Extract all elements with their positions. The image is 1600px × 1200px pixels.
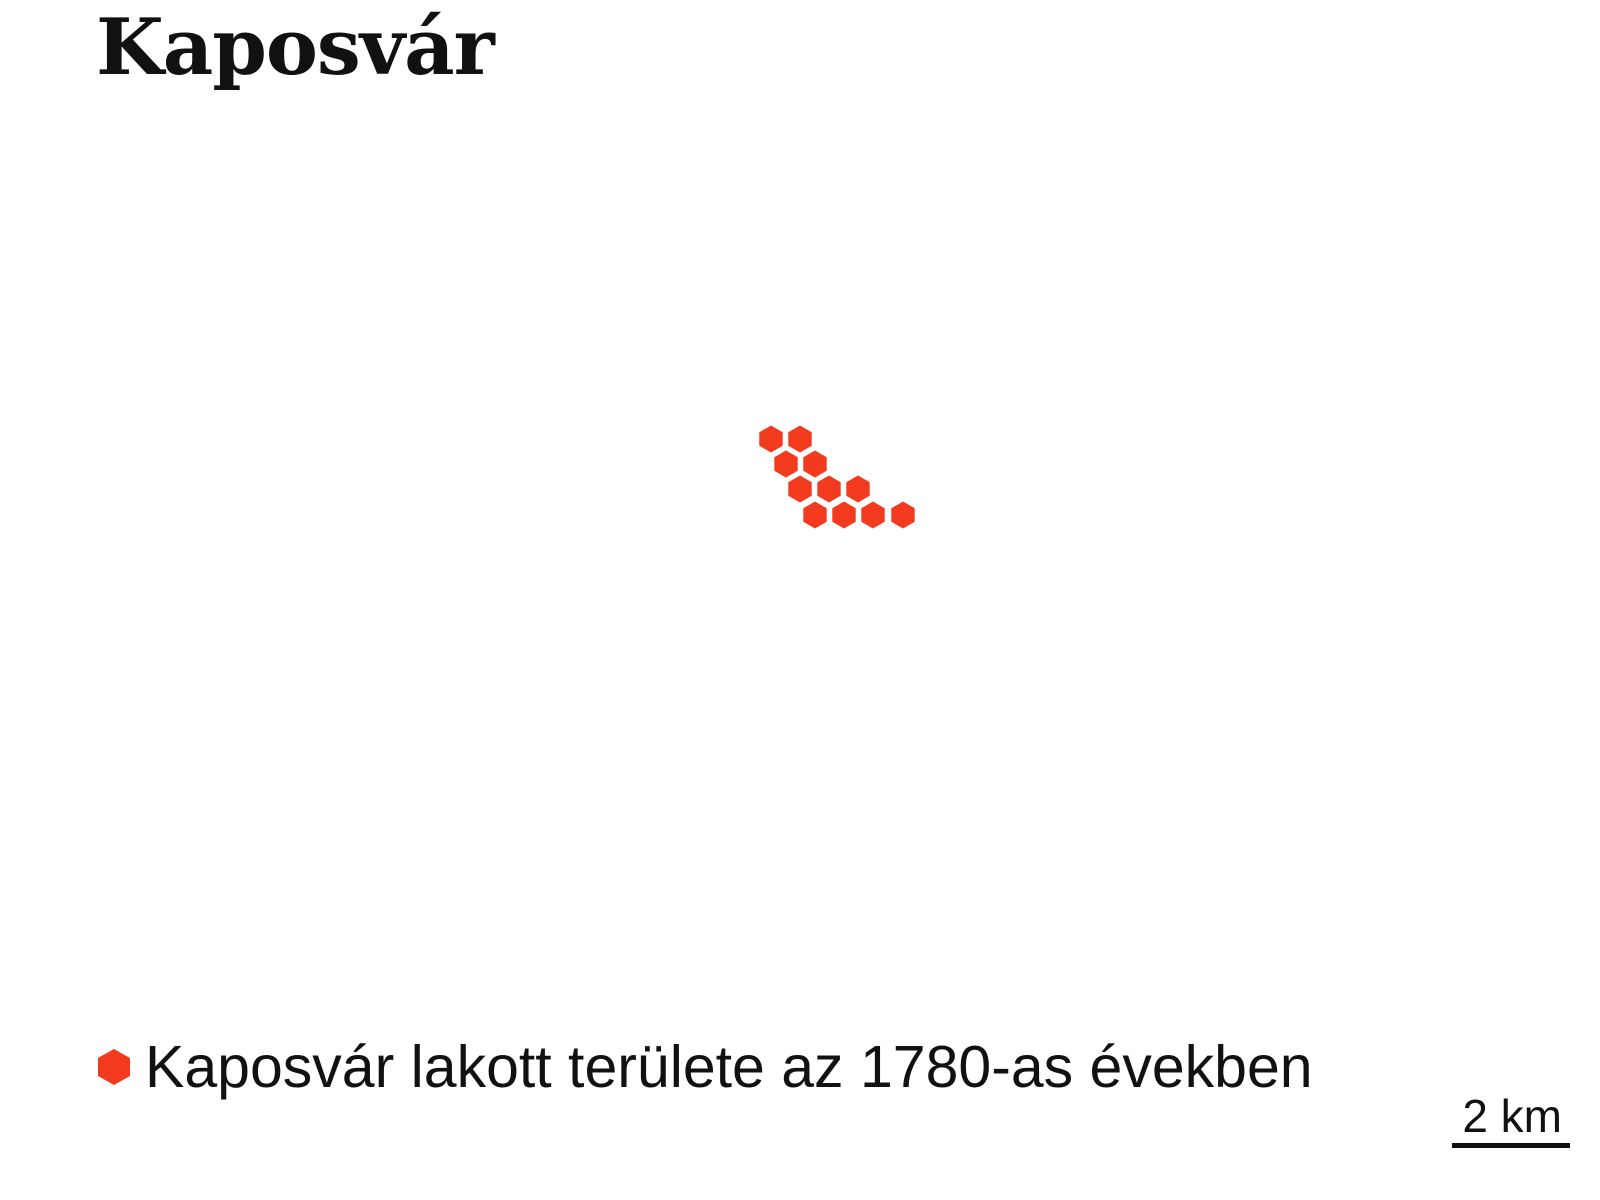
settlement-hex xyxy=(759,425,783,453)
settlement-hex xyxy=(817,475,841,503)
settlement-hex xyxy=(774,450,798,478)
settlement-hex xyxy=(891,501,915,529)
scale-bar-line xyxy=(1452,1143,1570,1148)
scale-bar-label: 2 km xyxy=(1462,1090,1562,1142)
settlement-map xyxy=(759,425,915,529)
settlement-hex xyxy=(832,501,856,529)
hexagon-icon xyxy=(98,1049,130,1085)
settlement-hex xyxy=(846,475,870,503)
settlement-hex xyxy=(803,450,827,478)
map-legend: Kaposvár lakott területe az 1780-as évek… xyxy=(97,1032,1313,1102)
settlement-hex xyxy=(788,475,812,503)
settlement-hex xyxy=(788,425,812,453)
settlement-hex xyxy=(803,501,827,529)
settlement-hex xyxy=(861,501,885,529)
settlement-hex-layer xyxy=(759,425,915,529)
scale-bar: 2 km xyxy=(1452,1088,1570,1150)
legend-label: Kaposvár lakott területe az 1780-as évek… xyxy=(145,1034,1313,1100)
